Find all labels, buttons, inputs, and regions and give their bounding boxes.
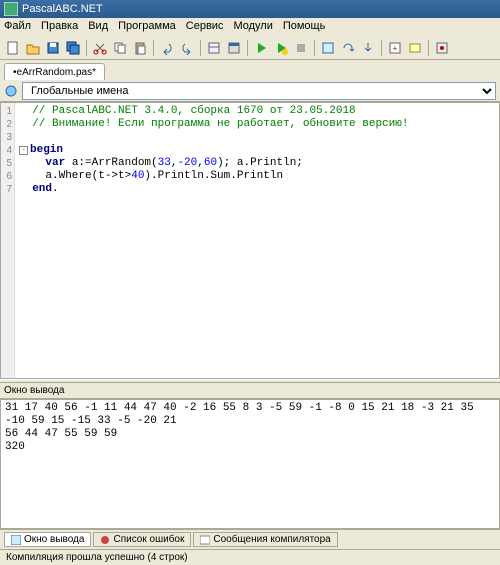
errors-tab-icon	[100, 535, 110, 545]
open-file-icon[interactable]	[24, 39, 42, 57]
scope-bar: Глобальные имена	[0, 80, 500, 102]
status-text: Компиляция прошла успешно (4 строк)	[6, 552, 188, 563]
cut-icon[interactable]	[91, 39, 109, 57]
output-header: Окно вывода	[0, 383, 500, 399]
step-over-icon[interactable]	[339, 39, 357, 57]
undo-icon[interactable]	[158, 39, 176, 57]
toolbar: +	[0, 36, 500, 60]
copy-icon[interactable]	[111, 39, 129, 57]
designer-icon[interactable]	[433, 39, 451, 57]
new-form-icon[interactable]: +	[386, 39, 404, 57]
menu-bar: Файл Правка Вид Программа Сервис Модули …	[0, 18, 500, 36]
window-title: PascalABC.NET	[22, 3, 103, 15]
menu-view[interactable]: Вид	[88, 20, 108, 34]
forms-icon[interactable]	[225, 39, 243, 57]
code-area[interactable]: // PascalABC.NET 3.4.0, сборка 1670 от 2…	[15, 103, 499, 378]
status-bar: Компиляция прошла успешно (4 строк)	[0, 549, 500, 565]
app-icon	[4, 2, 18, 16]
compile-icon[interactable]	[319, 39, 337, 57]
file-tab[interactable]: •eArrRandom.pas*	[4, 63, 105, 80]
run-icon[interactable]	[252, 39, 270, 57]
menu-help[interactable]: Помощь	[283, 20, 326, 34]
module-icon[interactable]	[406, 39, 424, 57]
bottom-tabs: Окно вывода Список ошибок Сообщения комп…	[0, 529, 500, 549]
tab-label: •eArrRandom.pas*	[13, 67, 96, 78]
line-gutter: 1234567	[1, 103, 15, 378]
stop-icon[interactable]	[292, 39, 310, 57]
scope-select[interactable]: Глобальные имена	[22, 82, 496, 100]
scope-icon	[4, 84, 18, 98]
menu-program[interactable]: Программа	[118, 20, 176, 34]
output-tab-icon	[11, 535, 21, 545]
code-editor[interactable]: 1234567 // PascalABC.NET 3.4.0, сборка 1…	[0, 102, 500, 379]
menu-edit[interactable]: Правка	[41, 20, 78, 34]
menu-service[interactable]: Сервис	[186, 20, 224, 34]
props-icon[interactable]	[205, 39, 223, 57]
save-all-icon[interactable]	[64, 39, 82, 57]
messages-tab-icon	[200, 535, 210, 545]
menu-file[interactable]: Файл	[4, 20, 31, 34]
svg-text:+: +	[393, 44, 398, 53]
run-noargs-icon[interactable]	[272, 39, 290, 57]
redo-icon[interactable]	[178, 39, 196, 57]
step-into-icon[interactable]	[359, 39, 377, 57]
paste-icon[interactable]	[131, 39, 149, 57]
output-panel: 31 17 40 56 -1 11 44 47 40 -2 16 55 8 3 …	[0, 399, 500, 529]
editor-tabs: •eArrRandom.pas*	[0, 60, 500, 80]
save-icon[interactable]	[44, 39, 62, 57]
new-file-icon[interactable]	[4, 39, 22, 57]
title-bar: PascalABC.NET	[0, 0, 500, 18]
menu-modules[interactable]: Модули	[233, 20, 272, 34]
